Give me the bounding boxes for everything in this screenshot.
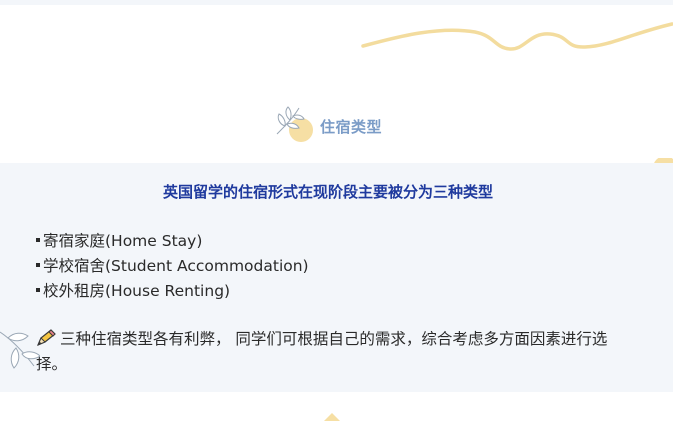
list-item: 寄宿家庭(Home Stay) [36, 229, 309, 254]
section-title: 住宿类型 [320, 118, 383, 136]
article-page: 住宿类型 英国留学的住宿形式在现阶段主要被分为三种类型 寄宿家庭(Home St… [0, 0, 673, 421]
list-item: 学校宿舍(Student Accommodation) [36, 254, 309, 279]
top-divider-band [0, 0, 673, 5]
leaf-icon [0, 331, 40, 369]
bullet-icon [36, 262, 40, 267]
list-item: 校外租房(House Renting) [36, 279, 309, 304]
yellow-shape-decoration [324, 413, 340, 421]
accommodation-type-list: 寄宿家庭(Home Stay) 学校宿舍(Student Accommodati… [36, 229, 309, 304]
leaf-icon [276, 106, 305, 135]
note-paragraph: 三种住宿类型各有利弊， 同学们可根据自己的需求，综合考虑多方面因素进行选择。 [36, 327, 626, 377]
squiggle-decoration [361, 22, 673, 51]
panel-title: 英国留学的住宿形式在现阶段主要被分为三种类型 [162, 183, 493, 201]
list-item-label: 学校宿舍(Student Accommodation) [43, 257, 309, 275]
list-item-label: 寄宿家庭(Home Stay) [43, 232, 203, 250]
bullet-icon [36, 287, 40, 292]
content-panel: 英国留学的住宿形式在现阶段主要被分为三种类型 寄宿家庭(Home Stay) 学… [0, 163, 673, 392]
section-heading: 住宿类型 [273, 104, 413, 144]
list-item-label: 校外租房(House Renting) [43, 282, 231, 300]
note-text: 三种住宿类型各有利弊， 同学们可根据自己的需求，综合考虑多方面因素进行选择。 [36, 330, 608, 373]
bullet-icon [36, 237, 40, 242]
